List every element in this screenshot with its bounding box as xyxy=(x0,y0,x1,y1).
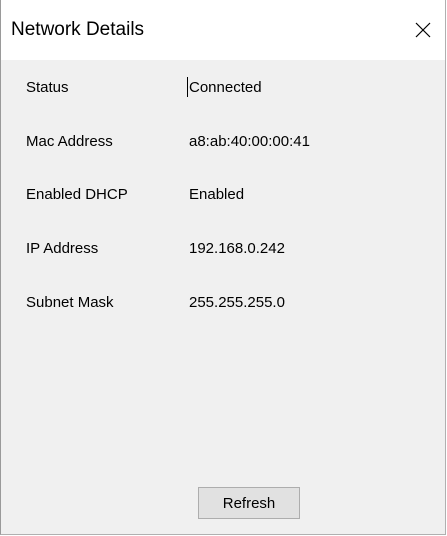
text-cursor xyxy=(187,77,188,97)
mac-address-value: a8:ab:40:00:00:41 xyxy=(189,133,310,150)
subnet-mask-label: Subnet Mask xyxy=(26,294,114,311)
window-title: Network Details xyxy=(11,19,145,40)
ip-address-value: 192.168.0.242 xyxy=(189,240,285,257)
close-icon xyxy=(415,22,431,38)
mac-address-label: Mac Address xyxy=(26,133,113,150)
dhcp-label: Enabled DHCP xyxy=(26,186,128,203)
ip-address-label: IP Address xyxy=(26,240,99,257)
refresh-button[interactable]: Refresh xyxy=(198,487,300,519)
status-value: Connected xyxy=(189,79,262,96)
dhcp-value: Enabled xyxy=(189,186,245,203)
title-bar: Network Details xyxy=(1,0,445,60)
subnet-mask-value: 255.255.255.0 xyxy=(189,294,285,311)
network-details-dialog: Network Details Status Connected Mac Add… xyxy=(0,0,446,535)
close-button[interactable] xyxy=(401,10,445,50)
status-label: Status xyxy=(26,79,69,96)
